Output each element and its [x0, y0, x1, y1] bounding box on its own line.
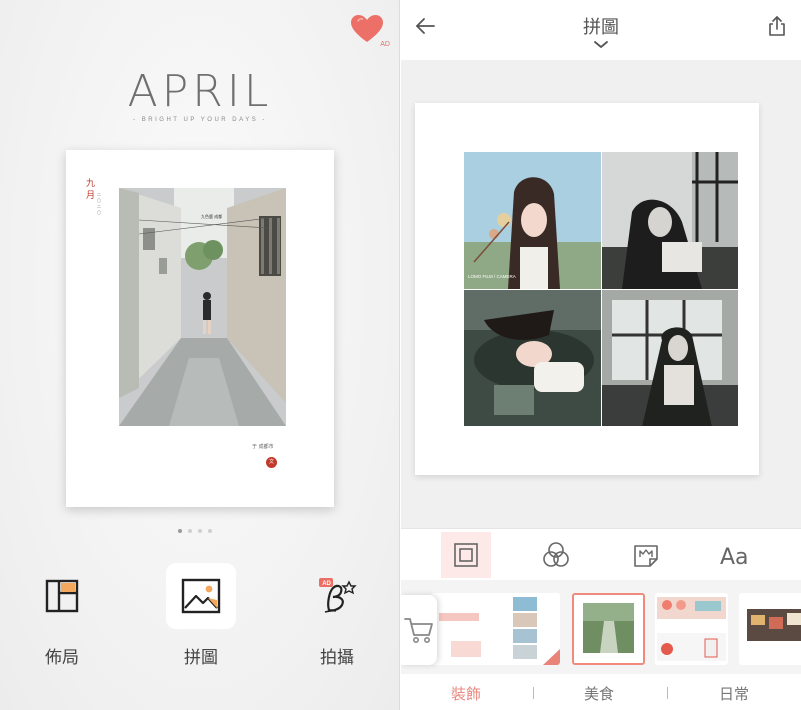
collage-grid: LOMO FILM / CAMERA: [464, 152, 738, 426]
layout-tile: [27, 563, 97, 629]
template-tagline: - BRIGHT UP YOUR DAYS -: [133, 117, 267, 123]
text-aa-icon: Aa: [720, 545, 749, 568]
collage-cell[interactable]: [601, 289, 738, 426]
page-dot[interactable]: [198, 529, 202, 533]
sticker-tool[interactable]: [621, 532, 671, 578]
collage-button[interactable]: 拼圖: [166, 563, 236, 673]
page-dot[interactable]: [188, 529, 192, 533]
filter-tool[interactable]: [531, 532, 581, 578]
poster-sign-text: 九色鹿 成都: [201, 213, 222, 219]
tab-daily[interactable]: 日常: [719, 683, 749, 704]
ad-badge: AD: [380, 41, 390, 48]
collage-cell[interactable]: [464, 289, 601, 426]
shoot-button[interactable]: AD 拍攝: [302, 563, 372, 673]
collage-cell[interactable]: [601, 152, 738, 289]
editor-toolbar: Aa: [401, 528, 801, 580]
page-dot[interactable]: [178, 529, 182, 533]
tab-divider: [667, 687, 668, 699]
tab-food[interactable]: 美食: [584, 683, 614, 704]
shoot-label: 拍攝: [320, 648, 354, 668]
page-indicator[interactable]: [178, 529, 212, 533]
image-icon: [181, 578, 221, 614]
layout-label: 佈局: [45, 648, 79, 668]
tab-decoration[interactable]: 裝飾: [451, 683, 481, 704]
tab-divider: [533, 687, 534, 699]
shoot-tile: AD: [302, 563, 372, 629]
collage-tile: [166, 563, 236, 629]
collage-photo: LOMO FILM / CAMERA: [464, 152, 601, 289]
chevron-down-icon[interactable]: [592, 40, 610, 50]
poster-year: 二〇二〇: [97, 192, 101, 215]
layout-button[interactable]: 佈局: [27, 563, 97, 673]
heart-icon: [351, 15, 383, 42]
favorite-ad-button[interactable]: AD: [350, 14, 390, 48]
shoot-ad-badge: AD: [322, 581, 331, 587]
template-title: APRIL: [127, 66, 273, 117]
template-strip[interactable]: [401, 580, 801, 674]
frame-icon: [454, 543, 478, 567]
collage-photo: [601, 152, 738, 289]
category-tabs: 裝飾 美食 日常: [401, 674, 801, 710]
page-title[interactable]: 拼圖: [401, 13, 801, 39]
text-tool-label: Aa: [720, 545, 749, 568]
collage-canvas[interactable]: LOMO FILM / CAMERA: [415, 103, 759, 475]
text-tool[interactable]: Aa: [711, 532, 761, 578]
poster-location: 于 成都市: [252, 444, 274, 450]
collage-photo: [464, 289, 601, 426]
layout-grid-icon: [45, 579, 79, 613]
page-dot[interactable]: [208, 529, 212, 533]
filter-circles-icon: [543, 542, 569, 567]
poster-month: 九月: [86, 179, 96, 201]
share-icon[interactable]: [765, 14, 789, 38]
editor-header: 拼圖: [401, 0, 801, 60]
b-camera-app-icon: AD: [319, 578, 357, 613]
template-thumb[interactable]: [655, 593, 728, 665]
template-preview-card[interactable]: 九月 二〇二〇 九色鹿 成都 于 成都市 文: [66, 150, 334, 507]
store-button[interactable]: [401, 595, 437, 665]
template-thumb[interactable]: [739, 593, 801, 665]
watermark-text: LOMO FILM / CAMERA: [468, 274, 516, 279]
alley-photo: 九色鹿 成都: [119, 188, 286, 426]
poster-stamp: 文: [266, 457, 277, 468]
shopping-cart-icon: [404, 618, 433, 643]
collage-label: 拼圖: [184, 648, 218, 668]
sticker-crown-icon: [634, 545, 658, 567]
home-panel: AD APRIL - BRIGHT UP YOUR DAYS - 九月 二〇二〇: [0, 0, 400, 710]
frame-tool[interactable]: [441, 532, 491, 578]
template-thumb-selected[interactable]: [572, 593, 645, 665]
template-thumb[interactable]: [487, 593, 560, 665]
collage-photo: [601, 289, 738, 426]
collage-editor: 拼圖 LOMO FILM / CAMERA Aa 裝飾 美食 日常: [401, 0, 801, 710]
collage-cell[interactable]: LOMO FILM / CAMERA: [464, 152, 601, 289]
